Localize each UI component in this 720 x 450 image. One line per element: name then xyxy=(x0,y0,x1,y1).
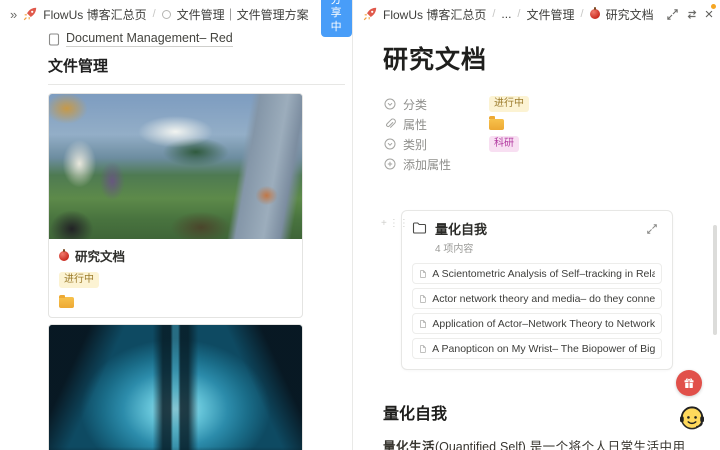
property-list: 分类 进行中 属性 类别 科研 添加属性 xyxy=(383,94,685,174)
document-content: 研究文档 分类 进行中 属性 类别 科研 添加属性 + ⋮⋮ 量化自我 4 项内… xyxy=(381,28,685,450)
left-page-content: Document Management– Red 文件管理 研究文档 进行中 xyxy=(48,28,345,450)
pdf-icon xyxy=(420,269,426,278)
breadcrumb-home[interactable]: FlowUs 博客汇总页 xyxy=(383,6,486,23)
left-pane: » FlowUs 博客汇总页 / 文件管理｜文件管理方案 分享中 ••• xyxy=(0,0,352,450)
card-cover-machine xyxy=(49,325,302,450)
document-title: 研究文档 xyxy=(383,46,488,74)
property-row-type[interactable]: 类别 科研 xyxy=(383,134,685,154)
pdf-file-item[interactable]: Application of Actor–Network Theory to N… xyxy=(412,313,662,334)
section-heading: 量化自我 xyxy=(383,406,448,423)
gift-icon xyxy=(684,378,694,388)
scrollbar-thumb[interactable] xyxy=(713,225,717,335)
property-value-badge[interactable]: 科研 xyxy=(489,136,519,152)
select-property-icon xyxy=(383,98,397,110)
pdf-icon xyxy=(420,319,426,328)
pdf-icon xyxy=(420,344,426,353)
folder-icon[interactable] xyxy=(489,116,504,130)
right-pane: FlowUs 博客汇总页 / ... / 文件管理 / 研究文档 × 研究文档 xyxy=(353,0,720,450)
expand-icon[interactable] xyxy=(666,4,679,24)
add-property-row[interactable]: 添加属性 xyxy=(383,154,685,174)
select-property-icon xyxy=(383,138,397,150)
pdf-file-item[interactable]: A Panopticon on My Wrist– The Biopower o… xyxy=(412,338,662,359)
flowus-app: » FlowUs 博客汇总页 / 文件管理｜文件管理方案 分享中 ••• xyxy=(0,0,720,450)
notification-dot xyxy=(711,4,716,9)
page-circle-icon xyxy=(161,9,171,19)
status-badge: 进行中 xyxy=(59,272,99,288)
backlink-item[interactable]: Document Management– Red xyxy=(48,31,306,47)
apple-page-icon xyxy=(59,248,69,261)
support-chat-button[interactable] xyxy=(677,402,707,432)
block-drag-handle[interactable]: + ⋮⋮ xyxy=(381,218,409,229)
page-title: 文件管理 xyxy=(48,58,109,75)
property-row-category[interactable]: 分类 进行中 xyxy=(383,94,685,114)
breadcrumb-home[interactable]: FlowUs 博客汇总页 xyxy=(43,6,146,23)
divider xyxy=(48,84,345,85)
page-icon xyxy=(48,32,60,46)
sidebar-collapse-icon[interactable]: » xyxy=(10,7,17,22)
card-title: 研究文档 xyxy=(75,250,126,264)
folder-icon xyxy=(59,294,74,308)
swap-panes-icon[interactable] xyxy=(685,4,699,24)
right-header: FlowUs 博客汇总页 / ... / 文件管理 / 研究文档 × xyxy=(353,0,720,28)
plus-circle-icon xyxy=(383,158,397,170)
pdf-file-item[interactable]: A Scientometric Analysis of Self–trackin… xyxy=(412,263,662,284)
card-cover-painting xyxy=(49,94,302,239)
property-row-attachment[interactable]: 属性 xyxy=(383,114,685,134)
gallery-card-work[interactable]: ★ 工作文档 待处理 xyxy=(48,324,303,450)
embedded-folder-block: + ⋮⋮ 量化自我 4 项内容 A Scientometric Analysis… xyxy=(381,210,673,370)
smiley-headset-icon xyxy=(680,406,704,430)
left-header: » FlowUs 博客汇总页 / 文件管理｜文件管理方案 分享中 ••• xyxy=(0,0,352,37)
gift-promo-button[interactable] xyxy=(676,370,702,396)
breadcrumb-collapsed[interactable]: ... xyxy=(501,7,511,21)
gallery-card-research[interactable]: 研究文档 进行中 xyxy=(48,93,303,318)
folder-outline-icon xyxy=(412,222,427,234)
property-value-badge[interactable]: 进行中 xyxy=(489,96,529,112)
open-fullscreen-icon[interactable] xyxy=(642,219,662,239)
breadcrumb-separator: / xyxy=(152,8,156,20)
flowus-logo-icon xyxy=(24,7,37,21)
breadcrumb-parent[interactable]: 文件管理 xyxy=(526,6,574,23)
pdf-icon xyxy=(420,294,426,303)
embed-item-count: 4 项内容 xyxy=(435,244,474,255)
pdf-file-item[interactable]: Actor network theory and media– do they … xyxy=(412,288,662,309)
breadcrumb-current-page[interactable]: 文件管理｜文件管理方案 xyxy=(177,6,309,23)
breadcrumb-current[interactable]: 研究文档 xyxy=(606,6,654,23)
backlink-label: Document Management– Red xyxy=(66,31,233,47)
flowus-logo-icon xyxy=(363,7,377,21)
paperclip-icon xyxy=(383,118,397,130)
body-paragraph: 量化生活(Quantified Self) 是一个将个人日常生活中用输入、状态和… xyxy=(383,440,685,450)
embed-title[interactable]: 量化自我 xyxy=(435,219,634,238)
apple-page-icon xyxy=(589,7,600,19)
share-button[interactable]: 分享中 xyxy=(320,0,352,37)
